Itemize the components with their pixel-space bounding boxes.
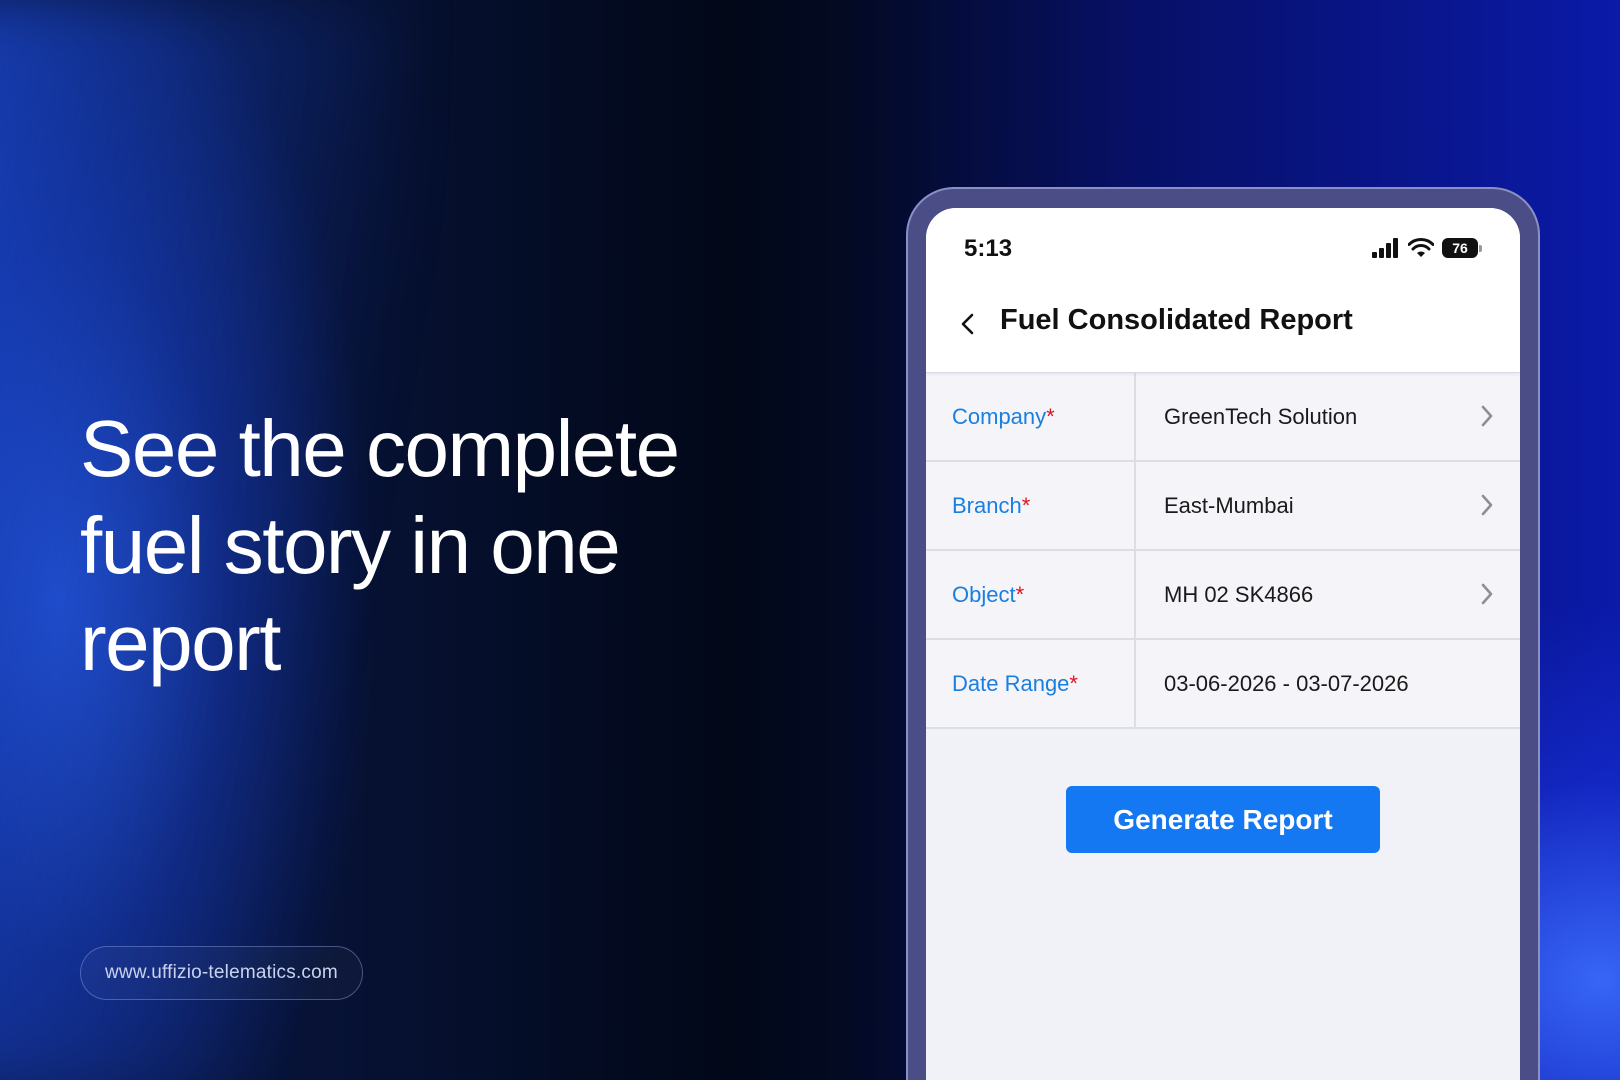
nav-bar: Fuel Consolidated Report xyxy=(926,288,1520,373)
date-range-picker[interactable]: 03-06-2026 - 03-07-2026 xyxy=(1136,640,1520,727)
form-row-object: Object * MH 02 SK4866 xyxy=(926,551,1520,640)
hero-headline: See the complete fuel story in one repor… xyxy=(80,404,680,687)
field-value-text: 03-06-2026 - 03-07-2026 xyxy=(1164,670,1409,696)
phone-screen: 5:13 76 Fuel Consolidated Report Company… xyxy=(926,208,1520,1080)
generate-report-button[interactable]: Generate Report xyxy=(1066,786,1380,853)
required-marker: * xyxy=(1069,670,1078,696)
battery-level: 76 xyxy=(1442,238,1478,258)
field-label-text: Object xyxy=(952,581,1016,607)
field-label: Object * xyxy=(926,551,1136,638)
chevron-right-icon xyxy=(1481,494,1493,516)
status-bar: 5:13 76 xyxy=(926,208,1520,288)
back-arrow-icon[interactable] xyxy=(952,308,984,340)
status-icons: 76 xyxy=(1372,238,1482,258)
field-label: Branch * xyxy=(926,462,1136,549)
signal-icon xyxy=(1372,238,1398,258)
page-title: Fuel Consolidated Report xyxy=(1000,304,1353,336)
form-row-company: Company * GreenTech Solution xyxy=(926,373,1520,462)
website-url-pill[interactable]: www.uffizio-telematics.com xyxy=(80,946,363,1000)
chevron-right-icon xyxy=(1481,583,1493,605)
form-row-branch: Branch * East-Mumbai xyxy=(926,462,1520,551)
object-select[interactable]: MH 02 SK4866 xyxy=(1136,551,1520,638)
field-value-text: East-Mumbai xyxy=(1164,492,1294,518)
company-select[interactable]: GreenTech Solution xyxy=(1136,373,1520,460)
battery-tip xyxy=(1479,244,1482,252)
status-time: 5:13 xyxy=(964,235,1013,262)
branch-select[interactable]: East-Mumbai xyxy=(1136,462,1520,549)
required-marker: * xyxy=(1021,492,1031,518)
chevron-right-icon xyxy=(1481,405,1493,427)
form-row-date-range: Date Range * 03-06-2026 - 03-07-2026 xyxy=(926,640,1520,729)
wifi-icon xyxy=(1408,238,1434,257)
required-marker: * xyxy=(1046,403,1055,429)
promo-canvas: See the complete fuel story in one repor… xyxy=(0,0,1620,1080)
field-label: Date Range * xyxy=(926,640,1136,727)
field-label-text: Date Range xyxy=(952,670,1070,696)
field-label-text: Company xyxy=(952,403,1047,429)
field-value-text: GreenTech Solution xyxy=(1164,403,1358,429)
field-label-text: Branch xyxy=(952,492,1022,518)
battery-icon: 76 xyxy=(1442,238,1482,258)
report-form: Company * GreenTech Solution Branch * East… xyxy=(926,373,1520,729)
required-marker: * xyxy=(1015,581,1025,607)
field-label: Company * xyxy=(926,373,1136,460)
field-value-text: MH 02 SK4866 xyxy=(1164,581,1314,607)
